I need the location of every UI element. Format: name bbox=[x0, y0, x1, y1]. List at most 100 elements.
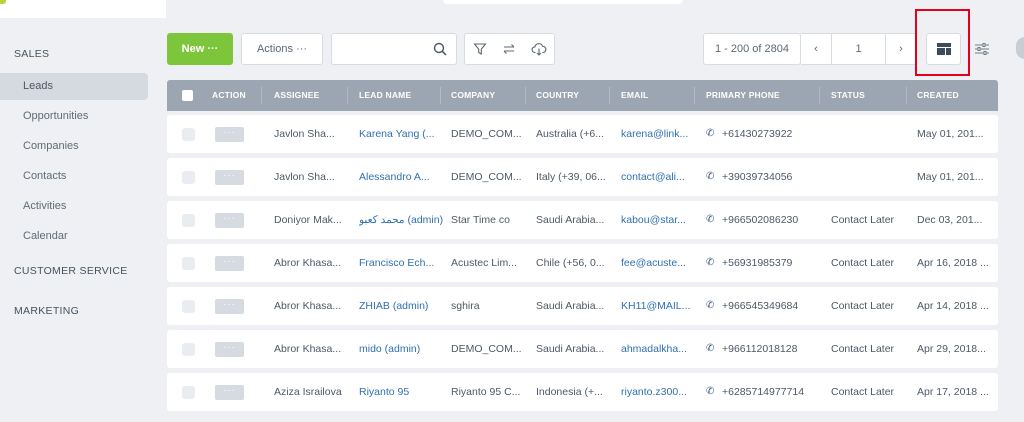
table-row[interactable]: ··· Abror Khasa... mido (admin) DEMO_COM… bbox=[167, 330, 998, 368]
column-divider bbox=[609, 87, 610, 104]
cell-phone[interactable]: +966502086230 bbox=[722, 201, 822, 239]
prev-page-button[interactable]: ‹ bbox=[801, 33, 832, 65]
cell-status bbox=[831, 115, 911, 153]
table-row[interactable]: ··· Abror Khasa... Francisco Ech... Acus… bbox=[167, 244, 998, 282]
cell-phone[interactable]: +966545349684 bbox=[722, 287, 822, 325]
column-header-primary-phone[interactable]: PRIMARY PHONE bbox=[706, 80, 780, 111]
search-icon bbox=[433, 42, 447, 56]
row-actions-button[interactable]: ··· bbox=[215, 299, 244, 314]
cell-created: Dec 03, 201... bbox=[917, 214, 983, 226]
page-number-input[interactable]: 1 bbox=[832, 33, 886, 65]
sidebar-item-activities[interactable]: Activities bbox=[0, 193, 148, 220]
cell-lead-name[interactable]: Karena Yang (... bbox=[359, 115, 445, 153]
row-actions-button[interactable]: ··· bbox=[215, 170, 244, 185]
row-checkbox[interactable] bbox=[182, 386, 195, 399]
cloud-download-icon bbox=[531, 43, 547, 56]
cell-phone[interactable]: +56931985379 bbox=[722, 244, 822, 282]
column-header-company[interactable]: COMPANY bbox=[451, 80, 495, 111]
cell-email[interactable]: contact@ali... bbox=[621, 158, 699, 196]
cell-lead-name[interactable]: Riyanto 95 bbox=[359, 373, 445, 411]
column-header-email[interactable]: EMAIL bbox=[621, 80, 648, 111]
column-header-country[interactable]: COUNTRY bbox=[536, 80, 579, 111]
row-checkbox[interactable] bbox=[182, 343, 195, 356]
table-row[interactable]: ··· Abror Khasa... ZHIAB (admin) sghira … bbox=[167, 287, 998, 325]
cell-lead-name[interactable]: Francisco Ech... bbox=[359, 244, 445, 282]
cell-assignee: Abror Khasa... bbox=[274, 300, 342, 312]
cell-status: Contact Later bbox=[831, 343, 895, 355]
column-header-assignee[interactable]: ASSIGNEE bbox=[274, 80, 320, 111]
sidebar-section-marketing[interactable]: MARKETING bbox=[14, 305, 79, 317]
pagination-range: 1 - 200 of 2804 bbox=[703, 33, 801, 65]
filter-button[interactable] bbox=[464, 33, 495, 65]
cloud-download-button[interactable] bbox=[524, 33, 555, 65]
global-search-bar[interactable] bbox=[443, 0, 683, 4]
cell-email[interactable]: kabou@star... bbox=[621, 201, 699, 239]
cell-company: Riyanto 95 C... bbox=[451, 386, 521, 398]
row-checkbox[interactable] bbox=[182, 214, 195, 227]
row-checkbox[interactable] bbox=[182, 300, 195, 313]
column-divider bbox=[819, 87, 820, 104]
cell-company: DEMO_COM... bbox=[451, 343, 522, 355]
cell-company: sghira bbox=[451, 300, 480, 312]
cell-phone[interactable]: +39039734056 bbox=[722, 158, 822, 196]
sidebar-item-companies[interactable]: Companies bbox=[0, 133, 148, 160]
sidebar-item-leads[interactable]: Leads bbox=[0, 73, 148, 100]
column-header-lead-name[interactable]: LEAD NAME bbox=[359, 80, 411, 111]
row-actions-button[interactable]: ··· bbox=[215, 342, 244, 357]
transfer-button[interactable] bbox=[494, 33, 525, 65]
cell-lead-name[interactable]: Alessandro A... bbox=[359, 158, 445, 196]
cell-status: Contact Later bbox=[831, 257, 895, 269]
avatar[interactable] bbox=[1016, 37, 1024, 59]
cell-country: Saudi Arabia... bbox=[536, 214, 605, 226]
next-page-button[interactable]: › bbox=[886, 33, 917, 65]
column-divider bbox=[525, 87, 526, 104]
column-header-status[interactable]: STATUS bbox=[831, 80, 865, 111]
cell-lead-name[interactable]: ZHIAB (admin) bbox=[359, 287, 445, 325]
cell-lead-name[interactable]: محمد كعبو (admin) bbox=[359, 201, 445, 239]
actions-button[interactable]: Actions ··· bbox=[241, 33, 323, 65]
table-row[interactable]: ··· Doniyor Mak... محمد كعبو (admin) Sta… bbox=[167, 201, 998, 239]
sidebar-item-opportunities[interactable]: Opportunities bbox=[0, 103, 148, 130]
cell-email[interactable]: KH11@MAIL... bbox=[621, 287, 699, 325]
column-header-created[interactable]: CREATED bbox=[917, 80, 959, 111]
cell-email[interactable]: fee@acuste... bbox=[621, 244, 699, 282]
phone-icon: ✆ bbox=[706, 343, 715, 354]
cell-created: Apr 16, 2018 ... bbox=[917, 257, 989, 269]
cell-country: Italy (+39, 06... bbox=[536, 171, 606, 183]
sidebar: SALES Leads Opportunities Companies Cont… bbox=[0, 0, 166, 422]
cell-status: Contact Later bbox=[831, 214, 895, 226]
column-header-action[interactable]: ACTION bbox=[212, 80, 246, 111]
column-settings-button[interactable] bbox=[966, 33, 998, 65]
cell-email[interactable]: ahmadalkha... bbox=[621, 330, 699, 368]
row-checkbox[interactable] bbox=[182, 171, 195, 184]
search-input[interactable] bbox=[331, 33, 457, 65]
cell-email[interactable]: riyanto.z300... bbox=[621, 373, 699, 411]
sidebar-section-sales[interactable]: SALES bbox=[14, 48, 49, 60]
table-row[interactable]: ··· Javlon Sha... Karena Yang (... DEMO_… bbox=[167, 115, 998, 153]
table-row[interactable]: ··· Aziza Israilova Riyanto 95 Riyanto 9… bbox=[167, 373, 998, 411]
cell-phone[interactable]: +6285714977714 bbox=[722, 373, 822, 411]
row-actions-button[interactable]: ··· bbox=[215, 213, 244, 228]
phone-icon: ✆ bbox=[706, 128, 715, 139]
table-row[interactable]: ··· Javlon Sha... Alessandro A... DEMO_C… bbox=[167, 158, 998, 196]
row-actions-button[interactable]: ··· bbox=[215, 256, 244, 271]
sidebar-item-contacts[interactable]: Contacts bbox=[0, 163, 148, 190]
cell-assignee: Doniyor Mak... bbox=[274, 214, 342, 226]
row-actions-button[interactable]: ··· bbox=[215, 385, 244, 400]
cell-company: DEMO_COM... bbox=[451, 171, 522, 183]
row-actions-button[interactable]: ··· bbox=[215, 127, 244, 142]
cell-phone[interactable]: +966112018128 bbox=[722, 330, 822, 368]
select-all-checkbox[interactable] bbox=[182, 90, 193, 101]
cell-created: Apr 17, 2018 ... bbox=[917, 386, 989, 398]
row-checkbox[interactable] bbox=[182, 257, 195, 270]
cell-created: May 01, 201... bbox=[917, 128, 984, 140]
cell-country: Saudi Arabia... bbox=[536, 343, 605, 355]
sidebar-section-customer-service[interactable]: CUSTOMER SERVICE bbox=[14, 265, 128, 277]
sidebar-item-calendar[interactable]: Calendar bbox=[0, 223, 148, 250]
cell-lead-name[interactable]: mido (admin) bbox=[359, 330, 445, 368]
cell-phone[interactable]: +61430273922 bbox=[722, 115, 822, 153]
new-button[interactable]: New ··· bbox=[167, 33, 233, 65]
logo-area bbox=[0, 0, 166, 18]
cell-email[interactable]: karena@link... bbox=[621, 115, 699, 153]
row-checkbox[interactable] bbox=[182, 128, 195, 141]
